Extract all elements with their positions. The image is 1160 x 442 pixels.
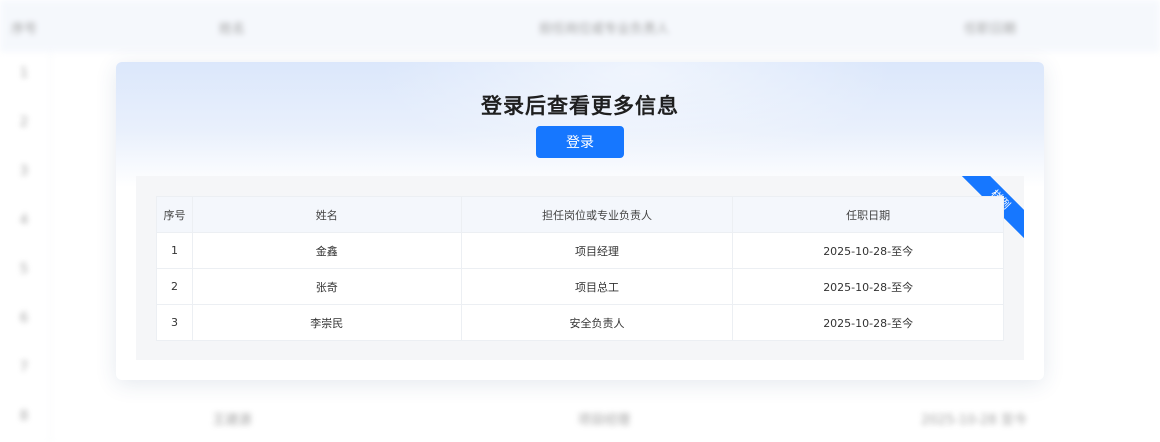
cell-date: 2025-10-28-至今 bbox=[732, 268, 1004, 305]
bg-last-row-name: 王建源 bbox=[212, 413, 252, 428]
modal-title: 登录后查看更多信息 bbox=[481, 94, 679, 118]
header-position: 担任岗位或专业负责人 bbox=[460, 196, 734, 233]
bg-last-row-date: 2025-10-28 至今 bbox=[921, 413, 1027, 428]
login-button[interactable]: 登录 bbox=[536, 126, 624, 158]
bg-row-index: 4 bbox=[19, 213, 29, 228]
table-row: 2 张奇 项目总工 2025-10-28-至今 bbox=[156, 268, 1004, 305]
bg-header-name: 姓名 bbox=[218, 22, 246, 37]
cell-date: 2025-10-28-至今 bbox=[732, 304, 1004, 341]
sample-panel: 样例 序号 姓名 担任岗位或专业负责人 任职日期 1 金鑫 项目经理 2025-… bbox=[136, 176, 1024, 360]
cell-name: 李崇民 bbox=[191, 304, 462, 341]
cell-position: 项目总工 bbox=[460, 268, 734, 305]
header-name: 姓名 bbox=[191, 196, 462, 233]
header-date: 任职日期 bbox=[732, 196, 1004, 233]
bg-header-index: 序号 bbox=[10, 22, 38, 37]
login-prompt-modal: 登录后查看更多信息 登录 样例 序号 姓名 担任岗位或专业负责人 任职日期 1 … bbox=[116, 62, 1044, 380]
cell-name: 金鑫 bbox=[191, 232, 462, 269]
bg-last-row-position: 项目经理 bbox=[577, 413, 631, 428]
sample-table-header-row: 序号 姓名 担任岗位或专业负责人 任职日期 bbox=[156, 196, 1004, 233]
bg-row-index: 3 bbox=[19, 164, 29, 179]
bg-row-index: 2 bbox=[19, 115, 29, 130]
bg-row-index: 7 bbox=[19, 360, 29, 375]
bg-header-position: 担任岗位或专业负责人 bbox=[538, 22, 670, 37]
cell-date: 2025-10-28-至今 bbox=[732, 232, 1004, 269]
table-row: 3 李崇民 安全负责人 2025-10-28-至今 bbox=[156, 304, 1004, 341]
bg-row-index: 6 bbox=[19, 311, 29, 326]
bg-row-index: 5 bbox=[19, 262, 29, 277]
cell-index: 1 bbox=[156, 232, 193, 269]
sample-table: 序号 姓名 担任岗位或专业负责人 任职日期 1 金鑫 项目经理 2025-10-… bbox=[156, 196, 1004, 341]
bg-last-row-index: 8 bbox=[19, 409, 29, 424]
table-row: 1 金鑫 项目经理 2025-10-28-至今 bbox=[156, 232, 1004, 269]
modal-header-gradient bbox=[116, 62, 1044, 187]
cell-position: 项目经理 bbox=[460, 232, 734, 269]
cell-index: 3 bbox=[156, 304, 193, 341]
bg-row-index: 1 bbox=[19, 66, 29, 81]
bg-header-date: 任职日期 bbox=[963, 22, 1017, 37]
cell-index: 2 bbox=[156, 268, 193, 305]
header-index: 序号 bbox=[156, 196, 193, 233]
cell-position: 安全负责人 bbox=[460, 304, 734, 341]
cell-name: 张奇 bbox=[191, 268, 462, 305]
